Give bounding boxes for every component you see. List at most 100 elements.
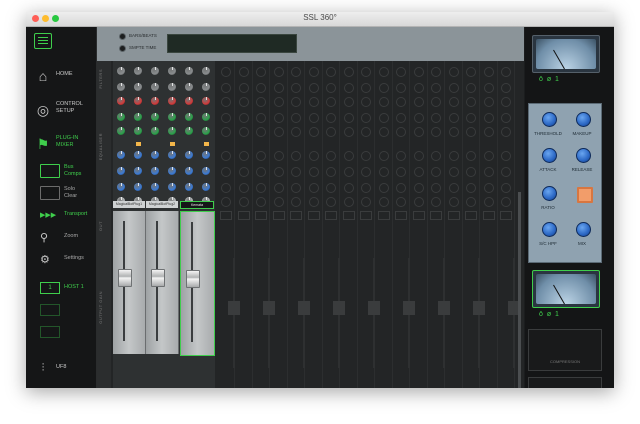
strip-knob[interactable] xyxy=(202,67,210,75)
empty-knob xyxy=(256,167,266,177)
strip-knob[interactable] xyxy=(134,151,142,159)
host-number-badge[interactable]: 1 xyxy=(40,282,60,294)
strip-knob[interactable] xyxy=(117,183,125,191)
sidebar-subitem-zoom[interactable]: ⚲ Zoom xyxy=(26,229,96,247)
strip-knob[interactable] xyxy=(117,151,125,159)
comp-slot-empty[interactable] xyxy=(528,377,602,388)
strip-knob[interactable] xyxy=(185,167,193,175)
strip-knob[interactable] xyxy=(151,167,159,175)
strip-knob[interactable] xyxy=(185,183,193,191)
empty-knob xyxy=(431,183,441,193)
timecode-display xyxy=(167,34,297,53)
hamburger-menu-button[interactable] xyxy=(34,33,52,49)
makeup-knob[interactable] xyxy=(576,112,591,127)
strip-knob[interactable] xyxy=(185,97,193,105)
strip-knob[interactable] xyxy=(151,151,159,159)
empty-knob xyxy=(483,83,494,93)
strip-knob[interactable] xyxy=(185,113,193,121)
strip-knob[interactable] xyxy=(117,167,125,175)
strip-knob[interactable] xyxy=(151,97,159,105)
strip-knob[interactable] xyxy=(202,83,210,91)
release-knob[interactable] xyxy=(576,148,591,163)
strip-knob[interactable] xyxy=(134,127,142,135)
ratio-knob[interactable] xyxy=(542,186,557,201)
strip-knob[interactable] xyxy=(134,67,142,75)
empty-button xyxy=(395,211,407,220)
strip-knob[interactable] xyxy=(185,83,193,91)
vertical-scrollbar[interactable] xyxy=(518,192,521,388)
strip-knob[interactable] xyxy=(134,83,142,91)
strip-knob[interactable] xyxy=(151,113,159,121)
threshold-knob[interactable] xyxy=(542,112,557,127)
strip-knob[interactable] xyxy=(202,97,210,105)
strip-knob[interactable] xyxy=(117,83,125,91)
strip-knob[interactable] xyxy=(168,113,176,121)
sidebar-item-plugin-mixer[interactable]: ⚑ PLUG-IN MIXER xyxy=(26,131,96,159)
strip-knob[interactable] xyxy=(202,127,210,135)
sidebar-subitem-transport[interactable]: ▶▶▶ Transport xyxy=(26,207,96,225)
sidebar-item-home[interactable]: ⌂ HOME xyxy=(26,63,96,91)
strip-knob[interactable] xyxy=(168,83,176,91)
strip-knob[interactable] xyxy=(202,183,210,191)
empty-knob xyxy=(466,167,476,177)
bars-beats-radio[interactable] xyxy=(119,33,126,40)
strip-knob[interactable] xyxy=(185,127,193,135)
fader-handle[interactable] xyxy=(151,269,165,287)
strip-knob[interactable] xyxy=(168,127,176,135)
empty-strip xyxy=(497,61,520,388)
fader-handle[interactable] xyxy=(186,270,200,288)
smpte-time-radio[interactable] xyxy=(119,45,126,52)
empty-knob xyxy=(238,113,249,123)
strip-knob[interactable] xyxy=(151,183,159,191)
strip-knob[interactable] xyxy=(151,67,159,75)
strip-knob[interactable] xyxy=(134,97,142,105)
empty-knob xyxy=(501,197,511,207)
empty-knob xyxy=(361,83,371,93)
strip-knob[interactable] xyxy=(168,151,176,159)
sidebar-subitem-settings[interactable]: ⚙ Settings xyxy=(26,251,96,269)
plugin-name-tab[interactable]: MagicalBotPlug2 xyxy=(146,201,178,208)
strip-knob[interactable] xyxy=(168,97,176,105)
empty-button xyxy=(465,211,477,220)
empty-knob xyxy=(221,151,231,161)
strip-knob[interactable] xyxy=(117,127,125,135)
comp-in-button[interactable] xyxy=(577,187,593,203)
strip-knob[interactable] xyxy=(117,97,125,105)
sc-hpf-knob[interactable] xyxy=(542,222,557,237)
empty-knob xyxy=(308,113,319,123)
empty-strip xyxy=(480,61,498,388)
plugin-name-tab-selected[interactable]: Kemata xyxy=(180,201,214,209)
strip-knob[interactable] xyxy=(134,113,142,121)
mix-knob[interactable] xyxy=(576,222,591,237)
strip-knob[interactable] xyxy=(202,167,210,175)
strip-knob[interactable] xyxy=(168,183,176,191)
strip-knob[interactable] xyxy=(151,127,159,135)
empty-knob xyxy=(291,183,301,193)
strip-knob[interactable] xyxy=(117,113,125,121)
empty-channel-slots xyxy=(217,61,520,388)
fader-handle[interactable] xyxy=(118,269,132,287)
strip-knob[interactable] xyxy=(134,183,142,191)
strip-knob[interactable] xyxy=(134,167,142,175)
sidebar-item-uf8[interactable]: ⫶ UF8 xyxy=(26,355,96,383)
attack-knob[interactable] xyxy=(542,148,557,163)
empty-knob xyxy=(256,197,266,207)
empty-knob xyxy=(238,167,249,177)
empty-knob xyxy=(326,67,336,77)
strip-knob[interactable] xyxy=(185,151,193,159)
strip-knob[interactable] xyxy=(151,83,159,91)
empty-knob xyxy=(273,197,284,207)
strip-knob[interactable] xyxy=(202,113,210,121)
strip-knob[interactable] xyxy=(168,167,176,175)
strip-knob[interactable] xyxy=(117,67,125,75)
strip-knob[interactable] xyxy=(185,67,193,75)
sidebar-item-control-setup[interactable]: ◎ CONTROL SETUP xyxy=(26,97,96,125)
vu-meter-selected[interactable] xyxy=(532,270,600,308)
empty-knob xyxy=(466,67,476,77)
strip-knob[interactable] xyxy=(168,67,176,75)
sidebar-subitem-solo-clear[interactable]: Solo Clear xyxy=(26,183,96,201)
plugin-name-tab[interactable]: MagicalBotPlug1 xyxy=(113,201,145,208)
sidebar-subitem-bus-comps[interactable]: Bus Comps xyxy=(26,161,96,179)
strip-knob[interactable] xyxy=(202,151,210,159)
comp-slot-empty[interactable]: COMPRESSION xyxy=(528,329,602,371)
